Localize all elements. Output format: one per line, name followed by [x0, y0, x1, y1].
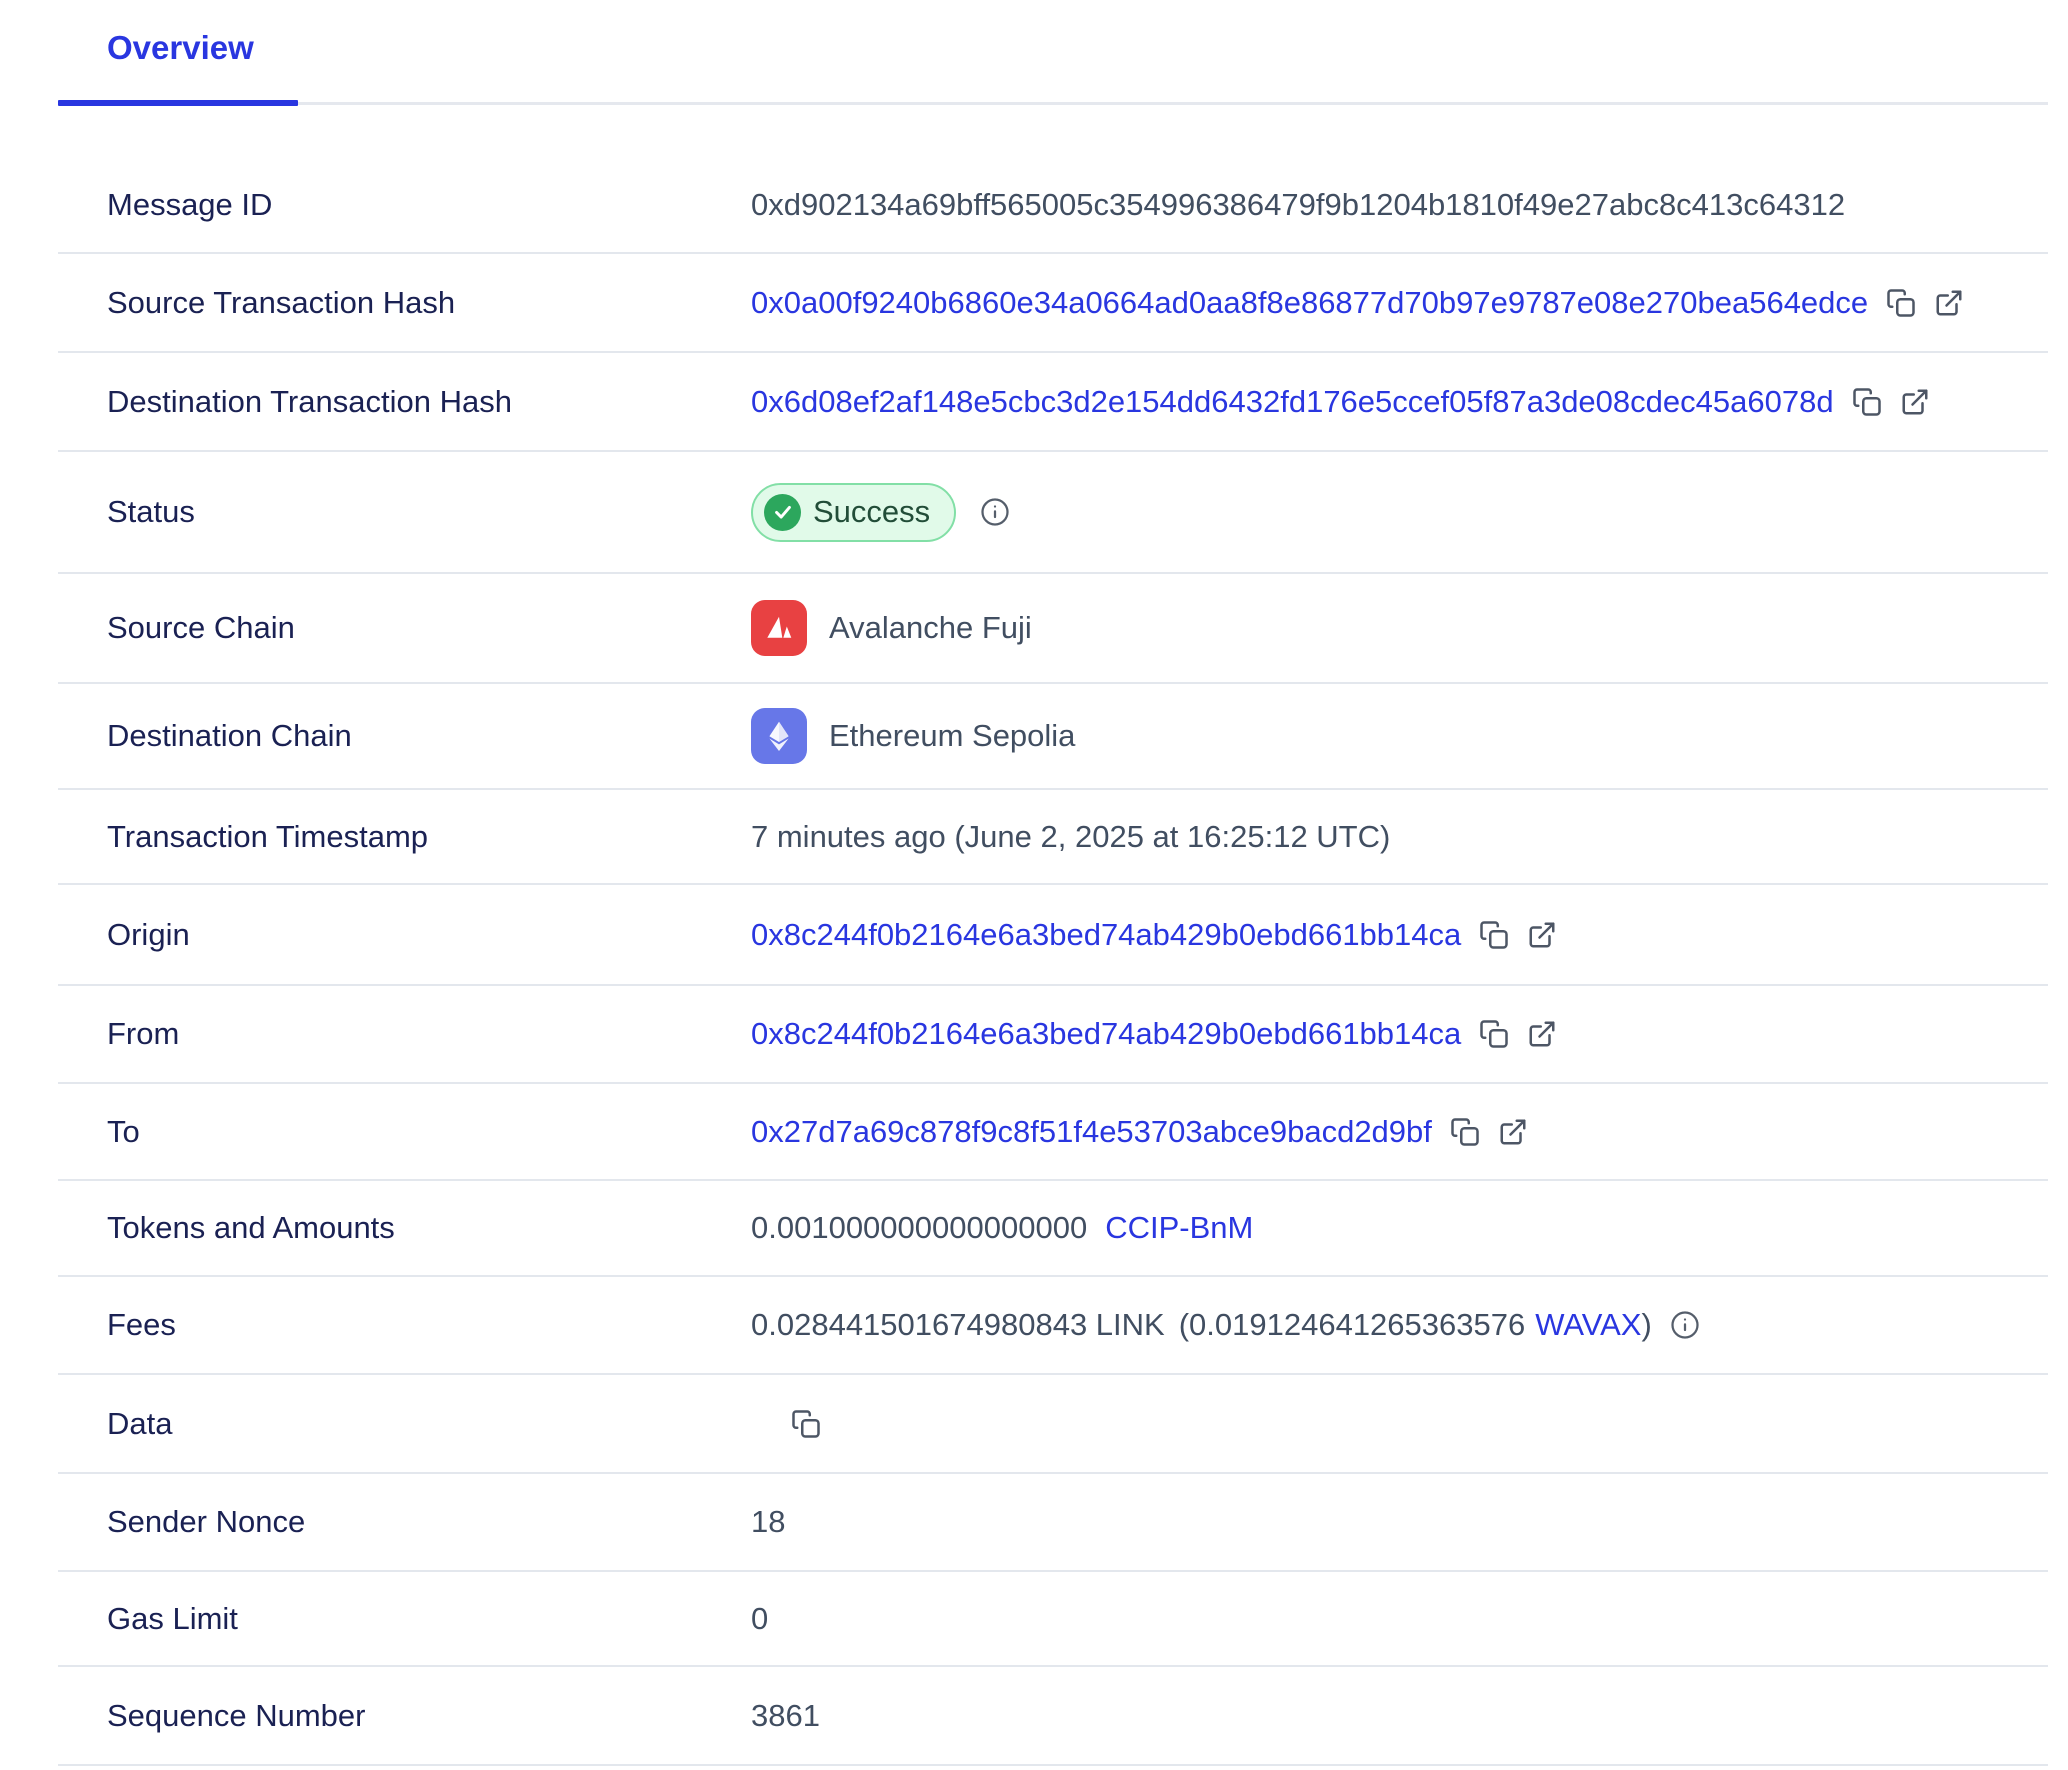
row-dest-chain: Destination Chain Ethereum Sepolia	[58, 684, 2048, 790]
field-label: Sequence Number	[58, 1698, 751, 1734]
avalanche-logo-icon	[751, 600, 807, 656]
field-label: Message ID	[58, 187, 751, 223]
dest-tx-hash-link[interactable]: 0x6d08ef2af148e5cbc3d2e154dd6432fd176e5c…	[751, 384, 1834, 420]
from-address-link[interactable]: 0x8c244f0b2164e6a3bed74ab429b0ebd661bb14…	[751, 1016, 1461, 1052]
copy-icon[interactable]	[1450, 1117, 1480, 1147]
field-label: Data	[58, 1406, 751, 1442]
row-source-chain: Source Chain Avalanche Fuji	[58, 574, 2048, 684]
row-sender-nonce: Sender Nonce 18	[58, 1474, 2048, 1572]
source-chain-value: Avalanche Fuji	[751, 600, 1032, 656]
external-link-icon[interactable]	[1527, 1019, 1557, 1049]
external-link-icon[interactable]	[1934, 288, 1964, 318]
field-label: Destination Chain	[58, 718, 751, 754]
copy-icon[interactable]	[1479, 920, 1509, 950]
source-tx-hash-link[interactable]: 0x0a00f9240b6860e34a0664ad0aa8f8e86877d7…	[751, 285, 1868, 321]
active-tab-indicator	[58, 100, 298, 106]
external-link-icon[interactable]	[1498, 1117, 1528, 1147]
row-sequence-number: Sequence Number 3861	[58, 1667, 2048, 1766]
row-origin: Origin 0x8c244f0b2164e6a3bed74ab429b0ebd…	[58, 885, 2048, 986]
field-label: Tokens and Amounts	[58, 1210, 751, 1246]
row-dest-tx-hash: Destination Transaction Hash 0x6d08ef2af…	[58, 353, 2048, 452]
row-fees: Fees 0.028441501674980843 LINK (0.019124…	[58, 1277, 2048, 1375]
field-label: Sender Nonce	[58, 1504, 751, 1540]
info-icon[interactable]	[980, 497, 1010, 527]
dest-chain-value: Ethereum Sepolia	[751, 708, 1075, 764]
tab-overview[interactable]: Overview	[107, 28, 254, 68]
copy-icon[interactable]	[1479, 1019, 1509, 1049]
copy-icon[interactable]	[1852, 387, 1882, 417]
fees-secondary-amount: (0.019124641265363576	[1179, 1307, 1526, 1343]
row-to: To 0x27d7a69c878f9c8f51f4e53703abce9bacd…	[58, 1084, 2048, 1181]
external-link-icon[interactable]	[1527, 920, 1557, 950]
row-gas-limit: Gas Limit 0	[58, 1572, 2048, 1667]
field-label: Origin	[58, 917, 751, 953]
fees-primary: 0.028441501674980843 LINK	[751, 1307, 1165, 1343]
field-label: Source Transaction Hash	[58, 285, 751, 321]
field-label: Gas Limit	[58, 1601, 751, 1637]
gas-limit-value: 0	[751, 1601, 768, 1637]
fees-token-link[interactable]: WAVAX	[1535, 1307, 1641, 1343]
chain-name: Avalanche Fuji	[829, 610, 1032, 646]
copy-icon[interactable]	[1886, 288, 1916, 318]
external-link-icon[interactable]	[1900, 387, 1930, 417]
field-label: Fees	[58, 1307, 751, 1343]
row-message-id: Message ID 0xd902134a69bff565005c3549963…	[58, 157, 2048, 254]
field-label: Status	[58, 494, 751, 530]
row-data: Data	[58, 1375, 2048, 1474]
field-label: Transaction Timestamp	[58, 819, 751, 855]
status-badge: Success	[751, 483, 956, 542]
origin-address-link[interactable]: 0x8c244f0b2164e6a3bed74ab429b0ebd661bb14…	[751, 917, 1461, 953]
overview-panel: Overview Message ID 0xd902134a69bff56500…	[58, 0, 2048, 1766]
details-table: Message ID 0xd902134a69bff565005c3549963…	[58, 157, 2048, 1766]
ethereum-logo-icon	[751, 708, 807, 764]
token-amount: 0.001000000000000000	[751, 1210, 1087, 1246]
tab-bar: Overview	[58, 0, 2048, 105]
field-label: Destination Transaction Hash	[58, 384, 751, 420]
row-status: Status Success	[58, 452, 2048, 574]
info-icon[interactable]	[1670, 1310, 1700, 1340]
row-from: From 0x8c244f0b2164e6a3bed74ab429b0ebd66…	[58, 986, 2048, 1084]
message-id-value: 0xd902134a69bff565005c354996386479f9b120…	[751, 187, 1845, 223]
field-label: Source Chain	[58, 610, 751, 646]
timestamp-value: 7 minutes ago (June 2, 2025 at 16:25:12 …	[751, 819, 1390, 855]
check-icon	[764, 494, 801, 531]
to-address-link[interactable]: 0x27d7a69c878f9c8f51f4e53703abce9bacd2d9…	[751, 1114, 1432, 1150]
row-tokens-amounts: Tokens and Amounts 0.001000000000000000 …	[58, 1181, 2048, 1277]
token-link[interactable]: CCIP-BnM	[1105, 1210, 1253, 1246]
copy-icon[interactable]	[791, 1409, 821, 1439]
status-text: Success	[813, 494, 930, 530]
fees-secondary-close: )	[1641, 1307, 1651, 1343]
field-label: From	[58, 1016, 751, 1052]
sequence-number-value: 3861	[751, 1698, 820, 1734]
field-label: To	[58, 1114, 751, 1150]
chain-name: Ethereum Sepolia	[829, 718, 1075, 754]
row-timestamp: Transaction Timestamp 7 minutes ago (Jun…	[58, 790, 2048, 885]
sender-nonce-value: 18	[751, 1504, 785, 1540]
row-source-tx-hash: Source Transaction Hash 0x0a00f9240b6860…	[58, 254, 2048, 353]
